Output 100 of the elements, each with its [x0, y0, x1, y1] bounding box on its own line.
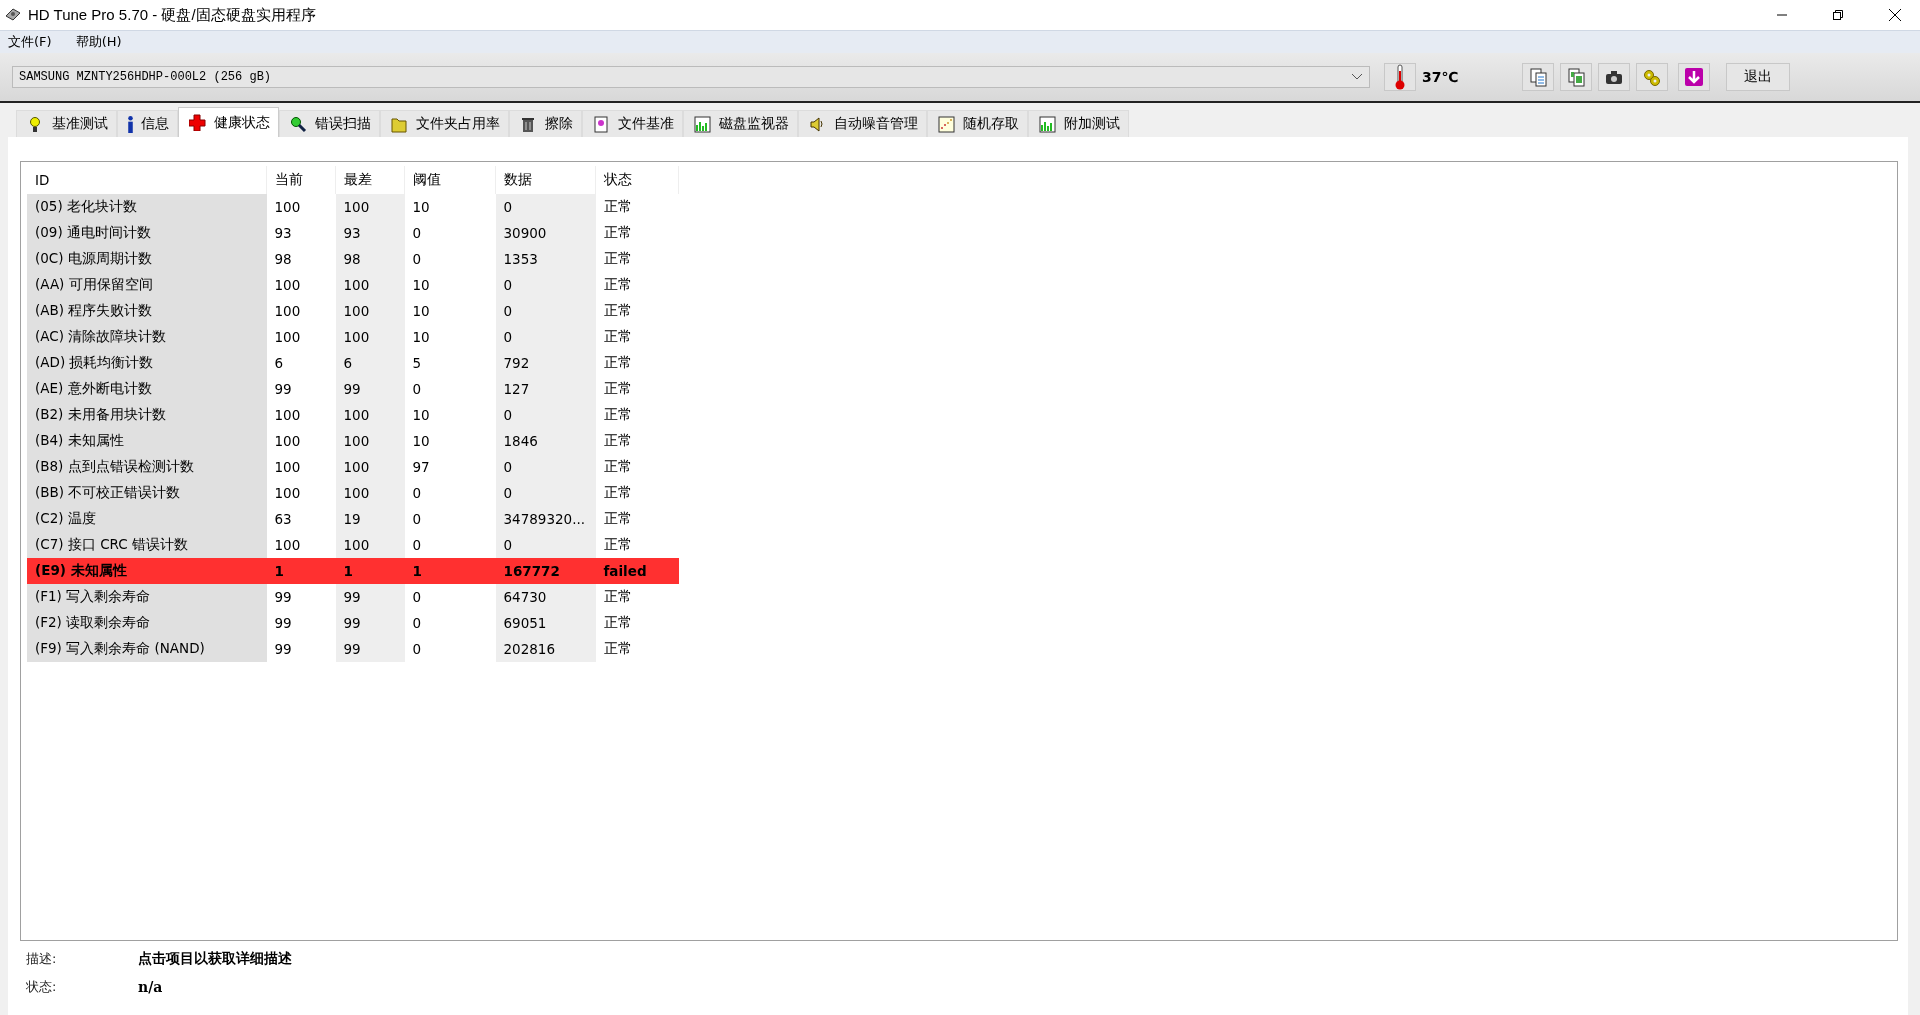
magnifier-icon: [290, 115, 307, 133]
table-cell: 1353: [495, 246, 596, 272]
drive-dropdown[interactable]: SAMSUNG MZNTY256HDHP-000L2 (256 gB): [12, 66, 1370, 88]
table-cell: (B8) 点到点错误检测计数: [27, 454, 267, 480]
detail-label: 描述:: [26, 950, 58, 968]
copy-document-icon: [1528, 67, 1548, 87]
table-cell: 30900: [495, 220, 596, 246]
table-cell: 正常: [595, 272, 679, 298]
table-cell: 34789320...: [495, 506, 596, 532]
table-cell: 正常: [595, 194, 679, 220]
table-cell: (BB) 不可校正错误计数: [27, 480, 267, 506]
tab[interactable]: 随机存取: [927, 110, 1028, 137]
table-cell: (AA) 可用保留空间: [27, 272, 267, 298]
table-cell: 0: [404, 532, 496, 558]
table-cell: 0: [495, 402, 596, 428]
table-cell: 64730: [495, 584, 596, 610]
table-cell: 10: [404, 402, 496, 428]
column-header[interactable]: 状态: [595, 166, 679, 194]
gears-button[interactable]: [1636, 63, 1668, 91]
menu-item[interactable]: 文件(F): [8, 33, 52, 51]
table-cell: 100: [335, 324, 405, 350]
table-cell: 10: [404, 194, 496, 220]
table-cell: (F1) 写入剩余寿命: [27, 584, 267, 610]
table-cell: 99: [266, 610, 336, 636]
restore-icon[interactable]: [1832, 9, 1844, 21]
table-cell: 0: [495, 454, 596, 480]
table-cell: 792: [495, 350, 596, 376]
tab[interactable]: 文件基准: [582, 110, 683, 137]
copy-document-button[interactable]: [1522, 63, 1554, 91]
table-cell: 100: [335, 272, 405, 298]
table-cell: 99: [266, 376, 336, 402]
table-cell: 100: [266, 532, 336, 558]
table-cell: 5: [404, 350, 496, 376]
table-cell: 93: [335, 220, 405, 246]
tab[interactable]: 擦除: [509, 110, 582, 137]
tab[interactable]: 健康状态: [178, 107, 279, 137]
table-cell: 0: [495, 324, 596, 350]
column-header[interactable]: 当前: [266, 166, 336, 194]
table-cell: 93: [266, 220, 336, 246]
column-header[interactable]: 数据: [495, 166, 596, 194]
table-cell: 10: [404, 272, 496, 298]
table-cell: (09) 通电时间计数: [27, 220, 267, 246]
camera-button[interactable]: [1598, 63, 1630, 91]
exit-button[interactable]: 退出: [1726, 63, 1790, 91]
table-cell: 99: [335, 636, 405, 662]
table-cell: 100: [335, 298, 405, 324]
tab[interactable]: 磁盘监视器: [683, 110, 798, 137]
table-cell: 正常: [595, 402, 679, 428]
table-cell: 202816: [495, 636, 596, 662]
table-cell: 10: [404, 428, 496, 454]
table-cell: 6: [335, 350, 405, 376]
tab[interactable]: 自动噪音管理: [798, 110, 927, 137]
table-cell: 0: [404, 480, 496, 506]
column-header[interactable]: ID: [27, 166, 267, 194]
bar-chart-icon: [694, 115, 711, 133]
document-icon: [593, 115, 610, 133]
tab[interactable]: 错误扫描: [279, 110, 380, 137]
copy-picture-button[interactable]: [1560, 63, 1592, 91]
detail-value: 点击项目以获取详细描述: [138, 950, 292, 968]
table-row-highlight[interactable]: (E9) 未知属性 1 1 1 167772 failed: [27, 558, 679, 584]
window-title: HD Tune Pro 5.70 - 硬盘/固态硬盘实用程序: [28, 5, 316, 25]
table-cell: 0: [404, 220, 496, 246]
table-cell: 127: [495, 376, 596, 402]
table-cell: 100: [335, 532, 405, 558]
table-cell: 1: [335, 558, 405, 584]
table-cell: 0: [404, 584, 496, 610]
table-cell: 99: [266, 636, 336, 662]
table-cell: 99: [335, 376, 405, 402]
tab[interactable]: 附加测试: [1028, 110, 1129, 137]
table-cell: 0: [404, 246, 496, 272]
trash-icon: [520, 115, 537, 133]
table-cell: (C2) 温度: [27, 506, 267, 532]
table-cell: 正常: [595, 454, 679, 480]
table-cell: 100: [266, 272, 336, 298]
tab[interactable]: 文件夹占用率: [380, 110, 509, 137]
close-icon[interactable]: [1888, 8, 1902, 22]
table-cell: 正常: [595, 324, 679, 350]
column-header[interactable]: 最差: [335, 166, 405, 194]
table-cell: (05) 老化块计数: [27, 194, 267, 220]
copy-picture-icon: [1566, 67, 1586, 87]
table-cell: (AD) 损耗均衡计数: [27, 350, 267, 376]
table-cell: 69051: [495, 610, 596, 636]
table-cell: 0: [495, 298, 596, 324]
tab[interactable]: 信息: [117, 110, 178, 137]
table-cell: 100: [266, 194, 336, 220]
table-cell: 0: [404, 506, 496, 532]
table-cell: 0: [495, 194, 596, 220]
table-cell: 正常: [595, 246, 679, 272]
down-arrow-button[interactable]: [1678, 63, 1710, 91]
tab[interactable]: 基准测试: [16, 110, 117, 137]
menu-item[interactable]: 帮助(H): [75, 33, 122, 51]
table-cell: 100: [335, 428, 405, 454]
table-cell: (AB) 程序失败计数: [27, 298, 267, 324]
temperature-button[interactable]: [1384, 63, 1416, 91]
table-cell: 100: [335, 480, 405, 506]
table-cell: 0: [404, 376, 496, 402]
table-cell: 0: [495, 272, 596, 298]
table-cell: 0: [404, 636, 496, 662]
table-cell: (AE) 意外断电计数: [27, 376, 267, 402]
column-header[interactable]: 阈值: [404, 166, 496, 194]
